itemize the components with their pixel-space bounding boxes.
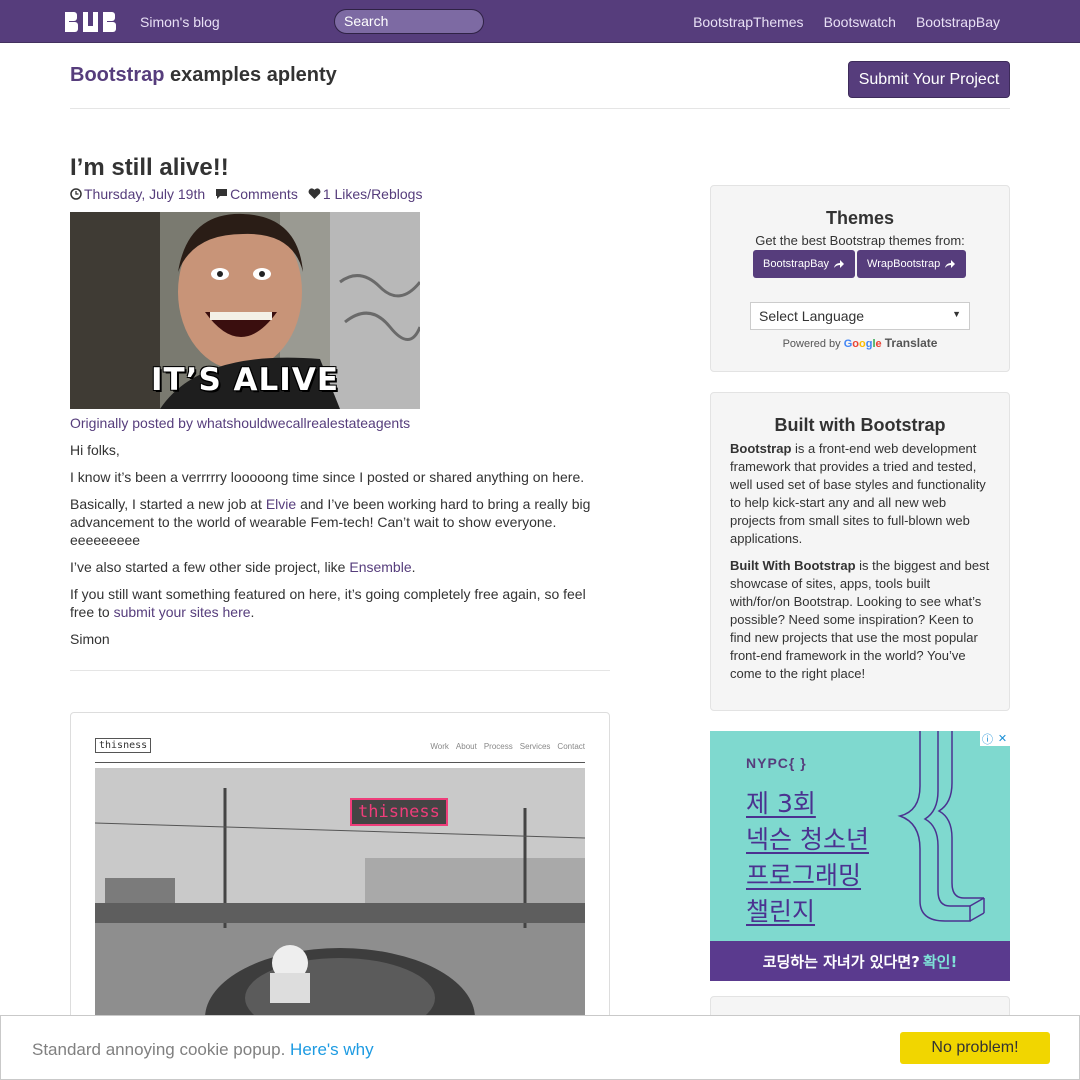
language-select-value: Select Language [759,308,865,324]
nav-link-bootswatch[interactable]: Bootswatch [824,14,896,30]
comment-icon [216,189,228,199]
showcase-sign: thisness [350,798,448,826]
themes-title: Themes [825,208,895,228]
showcase-divider [95,762,585,763]
wrapbootstrap-button[interactable]: WrapBootstrap [857,250,967,278]
share-arrow-icon [834,260,845,268]
dropdown-arrow-icon: ▼ [952,309,961,319]
post-paragraph-4-text-end: . [250,604,255,620]
post-greeting: Hi folks, [70,442,120,458]
language-select[interactable]: Select Language ▼ [750,302,970,330]
search-input[interactable]: Search [334,9,484,34]
post-paragraph-3-text-end: . [411,559,416,575]
adchoices-icon[interactable]: ⓘ [980,731,995,746]
nav-link-bootstrapthemes[interactable]: BootstrapThemes [693,14,804,30]
ad-line-1: 제 3회 [746,789,816,818]
powered-by-text: Powered by [782,338,841,350]
ensemble-link[interactable]: Ensemble [349,559,411,575]
post-divider [70,670,610,671]
ad-line-3: 프로그래밍 [746,861,862,890]
post-paragraph-2-text: Basically, I started a new job at [70,496,266,512]
site-title-rest: examples aplenty [164,64,337,86]
built-paragraph-2-bold: Built With Bootstrap [730,558,856,573]
post-signoff: Simon [70,631,110,647]
showcase-nav-about: About [455,742,477,751]
cookie-message-text: Standard annoying cookie popup. [32,1040,286,1059]
elvie-link[interactable]: Elvie [266,496,296,512]
top-navbar: Simon's blog Search BootstrapThemes Boot… [0,0,1080,43]
nav-link-bootstrapbay[interactable]: BootstrapBay [916,14,1000,30]
ad-headline: 제 3회 넥슨 청소년 프로그래밍 챌린지 [746,786,869,930]
post-date[interactable]: Thursday, July 19th [70,186,205,202]
bub-logo-icon[interactable] [65,12,117,32]
bootstrapbay-button[interactable]: BootstrapBay [753,250,856,278]
bootstrapbay-button-label: BootstrapBay [763,258,830,270]
built-paragraph-1-bold: Bootstrap [730,441,792,456]
translate-link[interactable]: Translate [885,336,938,350]
built-paragraph-2: Built With Bootstrap is the biggest and … [730,557,992,683]
google-logo[interactable]: Google [844,338,882,350]
themes-description: Get the best Bootstrap themes from: [755,233,965,248]
ad-footer-cta[interactable]: 확인! [923,951,957,972]
advertisement[interactable]: NYPC{ } 제 3회 넥슨 청소년 프로그래밍 챌린지 코딩하는 자녀가 있… [710,731,1010,981]
post-title[interactable]: I’m still alive!! [70,154,229,182]
post-comments-text: Comments [230,186,298,202]
showcase-nav: Work About Process Services Contact [430,742,585,751]
nav-right-links: BootstrapThemes Bootswatch BootstrapBay [693,14,1000,30]
post-paragraph-3: I’ve also started a few other side proje… [70,558,610,576]
themes-panel: Themes Get the best Bootstrap themes fro… [710,185,1010,372]
post-paragraph-3-text: I’ve also started a few other side proje… [70,559,350,575]
showcase-nav-process: Process [483,742,513,751]
ad-line-4: 챌린지 [746,897,816,926]
built-paragraph-2-text: is the biggest and best showcase of site… [730,558,990,681]
site-title-brand: Bootstrap [70,64,165,86]
showcase-nav-contact: Contact [557,742,585,751]
submit-project-button[interactable]: Submit Your Project [848,61,1010,98]
built-with-bootstrap-panel: Built with Bootstrap Bootstrap is a fron… [710,392,1010,711]
original-post-link[interactable]: Originally posted by whatshouldwecallrea… [70,415,410,431]
post-gif-image[interactable]: IT’S ALIVE [70,212,420,409]
header-divider [70,108,1010,109]
ad-brand: NYPC{ } [746,755,807,771]
cookie-info-link[interactable]: Here's why [290,1040,374,1059]
built-paragraph-1: Bootstrap is a front-end web development… [730,440,992,548]
powered-by-google: Powered by Google Translate [711,336,1009,350]
themes-buttons: BootstrapBay WrapBootstrap [753,250,967,278]
close-icon[interactable]: ✕ [995,731,1010,746]
ad-controls: ⓘ ✕ [980,731,1010,746]
built-title: Built with Bootstrap [774,415,946,435]
post-likes-text: 1 Likes/Reblogs [322,186,423,202]
showcase-nav-work: Work [430,742,449,751]
showcase-logo: thisness [95,738,152,753]
cookie-message: Standard annoying cookie popup. Here's w… [32,1040,374,1060]
share-arrow-icon [945,260,956,268]
post-paragraph-4: If you still want something featured on … [70,585,610,621]
post-likes[interactable]: 1 Likes/Reblogs [308,186,423,202]
clock-icon [70,188,82,200]
ad-footer-text: 코딩하는 자녀가 있다면? [762,952,920,971]
post-comments[interactable]: Comments [215,186,298,202]
post-body: Hi folks, I know it’s been a verrrrry lo… [70,441,610,657]
post-date-text: Thursday, July 19th [84,186,206,202]
ad-line-2: 넥슨 청소년 [746,825,869,854]
post-meta: Thursday, July 19th Comments 1 Likes/Reb… [70,186,432,202]
post-gif-caption: IT’S ALIVE [150,362,340,398]
heart-icon [308,188,321,199]
site-title[interactable]: Bootstrap examples aplenty [70,64,337,87]
post-paragraph-1: I know it’s been a verrrrry looooong tim… [70,469,585,485]
nav-link-simons-blog[interactable]: Simon's blog [140,14,220,30]
post-paragraph-2: Basically, I started a new job at Elvie … [70,495,610,549]
ad-footer: 코딩하는 자녀가 있다면? 확인! [710,941,1010,981]
curly-brace-graphic [897,731,985,922]
wrapbootstrap-button-label: WrapBootstrap [867,258,941,270]
built-description: Bootstrap is a front-end web development… [730,440,992,692]
built-paragraph-1-text: is a front-end web development framework… [730,441,986,546]
submit-sites-link[interactable]: submit your sites here [114,604,251,620]
showcase-nav-services: Services [519,742,551,751]
cookie-accept-button[interactable]: No problem! [900,1032,1050,1064]
cookie-banner: Standard annoying cookie popup. Here's w… [0,1015,1080,1080]
